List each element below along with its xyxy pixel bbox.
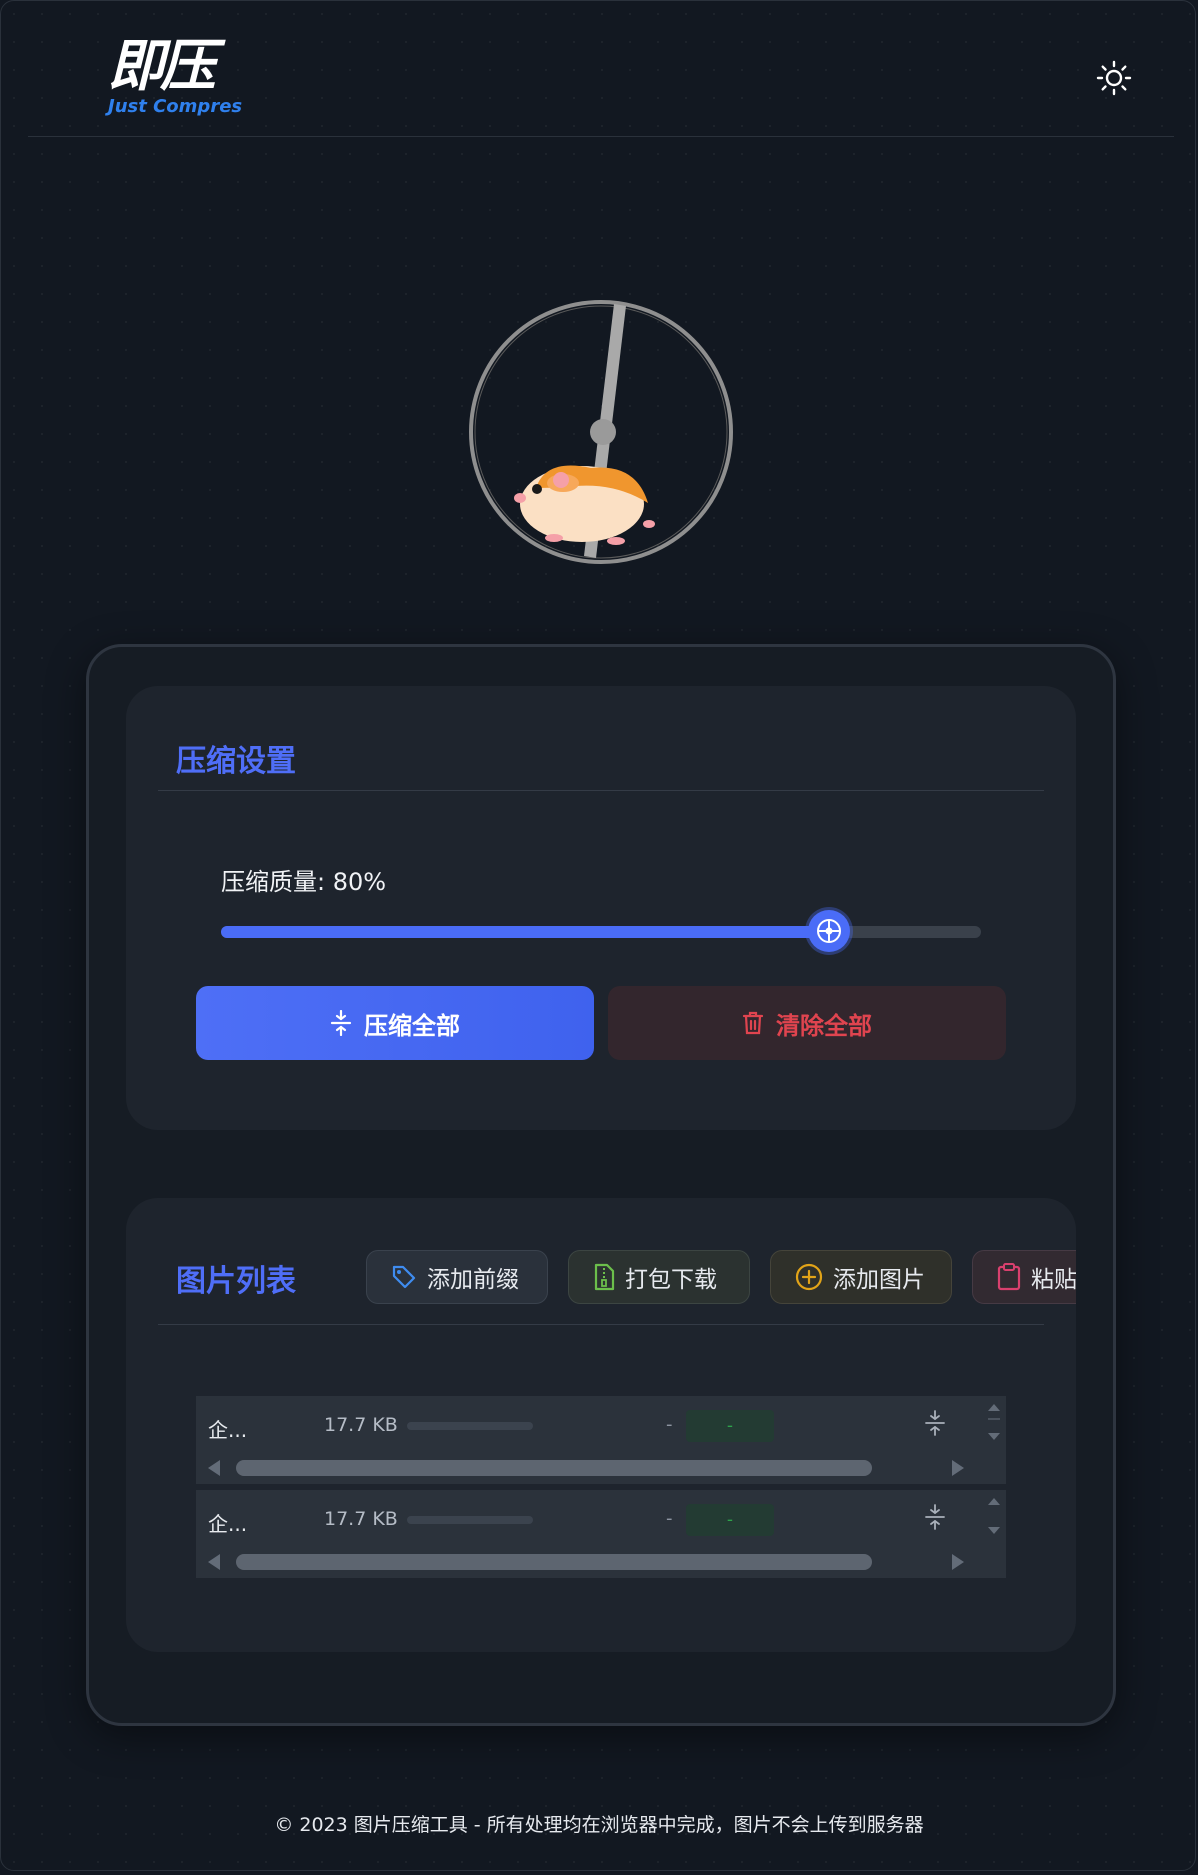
theme-toggle-button[interactable] [1096,60,1132,96]
compress-icon [330,1010,352,1036]
sun-icon [1096,60,1132,96]
paste-button[interactable]: 粘贴 [972,1250,1076,1304]
compress-all-button[interactable]: 压缩全部 [196,986,594,1060]
image-row-horizontal-scrollbar[interactable] [236,1460,872,1476]
image-row: 企... 17.7 KB - - [196,1490,1006,1578]
scroll-left-icon[interactable] [208,1554,220,1570]
clear-all-label: 清除全部 [776,1011,872,1040]
quality-slider-thumb[interactable] [808,910,850,952]
image-row-new-size: - [666,1508,673,1529]
scroll-down-icon[interactable] [988,1433,1000,1440]
logo-sub-text: Just Compres [108,96,243,117]
image-row-name: 企... [208,1512,248,1536]
scroll-up-icon[interactable] [988,1498,1000,1505]
image-row-progress [407,1422,533,1430]
compress-icon [925,1410,945,1436]
scroll-down-icon[interactable] [988,1527,1000,1534]
settings-title: 压缩设置 [176,744,296,779]
settings-divider [158,790,1044,791]
image-row-compress-button[interactable] [924,1504,952,1536]
image-row-progress [407,1516,533,1524]
quality-slider-fill [221,926,829,938]
zip-file-icon [594,1263,615,1291]
clear-all-button[interactable]: 清除全部 [608,986,1006,1060]
image-list-divider [158,1324,1044,1325]
add-prefix-label: 添加前缀 [427,1267,519,1293]
logo[interactable]: 即压 Just Compres [108,36,268,122]
add-image-label: 添加图片 [833,1267,925,1293]
image-row-compress-button[interactable] [924,1410,952,1442]
image-row-saving-badge: - [686,1504,774,1536]
footer-text: © 2023 图片压缩工具 - 所有处理均在浏览器中完成，图片不会上传到服务器 [274,1814,924,1836]
logo-main-text: 即压 [108,34,216,99]
image-list-panel: 图片列表 添加前缀 打包下载 添加图片 粘贴 企... 17.7 KB - - … [126,1198,1076,1652]
slider-thumb-icon [817,919,841,943]
image-row-original-size: 17.7 KB [324,1414,398,1436]
zip-download-label: 打包下载 [625,1267,717,1293]
plus-circle-icon [795,1263,823,1291]
clipboard-icon [997,1263,1021,1291]
hamster-wheel-loader [466,298,736,568]
zip-download-button[interactable]: 打包下载 [568,1250,750,1304]
scroll-right-icon[interactable] [952,1460,964,1476]
image-row-saving-badge: - [686,1410,774,1442]
scroll-right-icon[interactable] [952,1554,964,1570]
compress-icon [925,1504,945,1530]
app-header: 即压 Just Compres [28,0,1174,137]
image-row-vertical-scrollbar[interactable] [982,1490,1006,1578]
compress-all-label: 压缩全部 [364,1011,460,1040]
image-row-new-size: - [666,1414,673,1435]
image-row-name: 企... [208,1418,248,1442]
image-row: 企... 17.7 KB - - [196,1396,1006,1484]
quality-slider[interactable] [221,910,981,952]
scroll-left-icon[interactable] [208,1460,220,1476]
quality-label: 压缩质量: 80% [221,868,387,896]
image-row-original-size: 17.7 KB [324,1508,398,1530]
image-list-title: 图片列表 [176,1264,296,1299]
add-image-button[interactable]: 添加图片 [770,1250,952,1304]
tag-icon [392,1265,416,1289]
paste-label: 粘贴 [1031,1267,1076,1293]
add-prefix-button[interactable]: 添加前缀 [366,1250,548,1304]
scroll-up-icon[interactable] [988,1404,1000,1411]
trash-icon [742,1011,764,1035]
image-row-horizontal-scrollbar[interactable] [236,1554,872,1570]
image-row-vertical-scrollbar[interactable] [982,1396,1006,1484]
compression-settings-panel: 压缩设置 压缩质量: 80% 压缩全部 清除全部 [126,686,1076,1130]
